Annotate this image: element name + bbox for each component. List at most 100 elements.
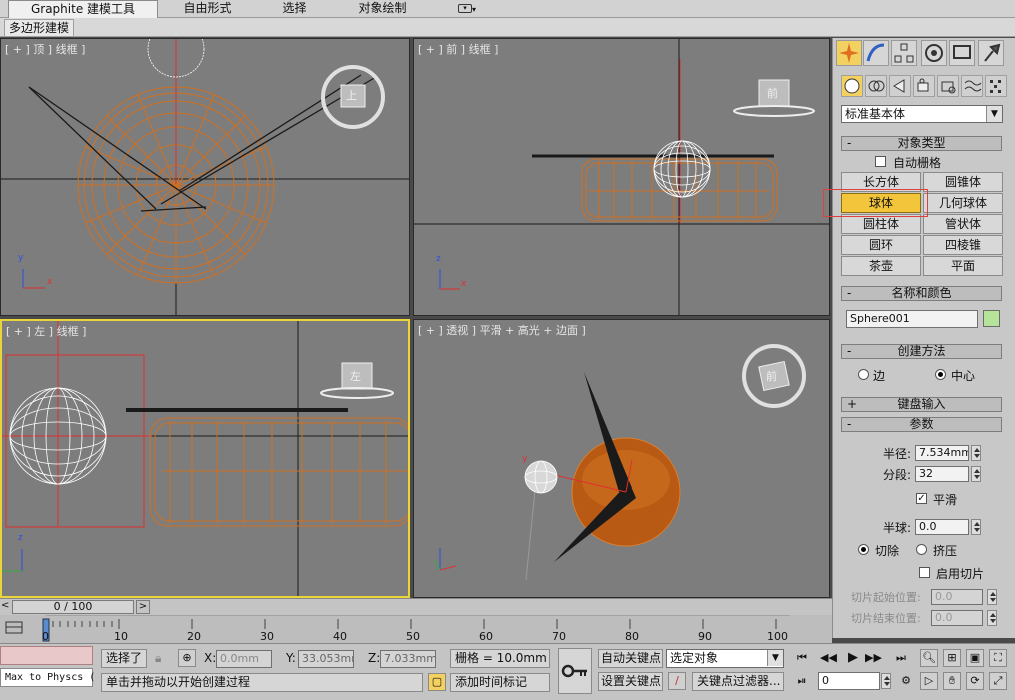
prev-frame-button-icon[interactable]: ◀◀ <box>820 650 837 666</box>
hierarchy-tab-icon[interactable] <box>891 40 917 66</box>
key-tangent-icon[interactable]: ∕ <box>668 672 686 690</box>
time-config-icon[interactable]: ⚙ <box>898 673 914 689</box>
time-tag-icon[interactable]: ▢ <box>428 673 446 691</box>
viewport-front-label[interactable]: [ + ] 前 ] 线框 ] <box>418 41 498 57</box>
radius-input[interactable]: 7.534mm <box>915 445 969 461</box>
x-coordinate-input[interactable]: 0.0mm <box>216 650 272 668</box>
slice-to-spinner[interactable] <box>987 610 997 626</box>
rollout-name-color[interactable]: - 名称和颜色 <box>841 286 1002 301</box>
maxscript-listener-top[interactable] <box>0 646 93 665</box>
rollout-object-type[interactable]: - 对象类型 <box>841 136 1002 151</box>
object-color-swatch[interactable] <box>983 310 1000 327</box>
geometry-icon[interactable] <box>841 75 863 97</box>
tube-button[interactable]: 管状体 <box>923 214 1003 234</box>
modify-tab-icon[interactable] <box>863 40 889 66</box>
systems-icon[interactable] <box>985 75 1007 97</box>
tab-freeform[interactable]: 自由形式 <box>165 0 250 18</box>
slice-from-input[interactable]: 0.0 <box>931 589 983 605</box>
track-bar[interactable]: 0 10 20 30 40 50 60 70 80 90 100 <box>0 615 832 643</box>
pyramid-button[interactable]: 四棱锥 <box>923 235 1003 255</box>
viewport-top[interactable]: [ + ] 顶 ] 线框 ] 上 y x <box>0 38 410 316</box>
current-frame-spinner[interactable] <box>881 673 891 689</box>
viewport-top-label[interactable]: [ + ] 顶 ] 线框 ] <box>5 41 85 57</box>
viewport-left[interactable]: [ + ] 左 ] 线框 ] 左 z <box>0 319 410 598</box>
key-mode-toggle-icon[interactable]: ⏯ <box>794 673 810 689</box>
smooth-checkbox[interactable]: ✓ <box>916 493 927 504</box>
display-tab-icon[interactable] <box>949 40 975 66</box>
geosphere-button[interactable]: 几何球体 <box>923 193 1003 213</box>
plane-button[interactable]: 平面 <box>923 256 1003 276</box>
viewport-perspective[interactable]: [ + ] 透视 ] 平滑 + 高光 + 边面 ] 前 y <box>413 319 830 598</box>
time-slider[interactable]: 0 / 100 <box>12 600 134 614</box>
space-warps-icon[interactable] <box>961 75 983 97</box>
edge-radio[interactable] <box>858 369 869 380</box>
helpers-icon[interactable] <box>937 75 959 97</box>
zoom-all-icon[interactable]: ⊞ <box>943 649 961 667</box>
segments-spinner[interactable] <box>971 466 981 482</box>
key-filters-button[interactable]: 关键点过滤器... <box>692 672 784 691</box>
next-frame-button-icon[interactable]: ▶▶ <box>865 650 882 666</box>
lock-selection-icon[interactable]: 🔒︎ <box>155 651 161 666</box>
rollout-creation-method[interactable]: - 创建方法 <box>841 344 1002 359</box>
viewport-left-label[interactable]: [ + ] 左 ] 线框 ] <box>6 323 86 339</box>
category-dropdown[interactable]: 标准基本体 ▼ <box>841 105 1003 123</box>
viewcube-left-label[interactable]: 左 <box>350 368 361 384</box>
chop-radio[interactable] <box>858 544 869 555</box>
zoom-extents-icon[interactable]: ▣ <box>966 649 984 667</box>
maximize-viewport-icon[interactable]: ⤢ <box>989 672 1007 690</box>
prev-frame-icon[interactable]: < <box>1 600 9 611</box>
goto-start-icon[interactable]: ⏮ <box>794 650 810 666</box>
maxscript-listener-input[interactable]: Max to Physcs ( <box>0 668 95 687</box>
viewcube-front-label[interactable]: 前 <box>767 85 778 101</box>
orbit-icon[interactable]: ⟳ <box>966 672 984 690</box>
polygon-modeling-tab[interactable]: 多边形建模 <box>4 19 75 37</box>
goto-end-icon[interactable]: ⏭ <box>893 650 909 666</box>
auto-grid-checkbox[interactable] <box>875 156 886 167</box>
center-radio[interactable] <box>935 369 946 380</box>
set-key-button[interactable]: 设置关键点 <box>598 672 663 691</box>
viewcube-top-label[interactable]: 上 <box>346 87 357 103</box>
ribbon-options-dropdown[interactable]: ▾ ▾ <box>452 0 482 18</box>
enable-slice-checkbox[interactable] <box>919 567 930 578</box>
field-of-view-icon[interactable]: ▷ <box>920 672 938 690</box>
cameras-icon[interactable] <box>913 75 935 97</box>
tab-graphite[interactable]: Graphite 建模工具 <box>8 0 158 18</box>
hemisphere-input[interactable]: 0.0 <box>915 519 969 535</box>
zoom-extents-all-icon[interactable]: ⛶ <box>989 649 1007 667</box>
cylinder-button[interactable]: 圆柱体 <box>841 214 921 234</box>
absolute-mode-icon[interactable]: ⊕ <box>178 649 196 667</box>
utilities-tab-icon[interactable] <box>978 40 1004 66</box>
viewcube-perspective-label[interactable]: 前 <box>766 368 777 384</box>
rollout-keyboard-entry[interactable]: + 键盘输入 <box>841 397 1002 412</box>
lights-icon[interactable] <box>889 75 911 97</box>
object-name-input[interactable]: Sphere001 <box>846 310 978 328</box>
torus-button[interactable]: 圆环 <box>841 235 921 255</box>
squash-radio[interactable] <box>916 544 927 555</box>
slice-to-input[interactable]: 0.0 <box>931 610 983 626</box>
shapes-icon[interactable] <box>865 75 887 97</box>
motion-tab-icon[interactable] <box>921 40 947 66</box>
z-coordinate-input[interactable]: 7.033mm <box>380 650 436 668</box>
create-tab-icon[interactable] <box>836 40 862 66</box>
current-frame-input[interactable]: 0 <box>818 672 880 690</box>
viewport-front[interactable]: [ + ] 前 ] 线框 ] 前 z x <box>413 38 830 316</box>
tab-object-paint[interactable]: 对象绘制 <box>340 0 425 18</box>
cone-button[interactable]: 圆锥体 <box>923 172 1003 192</box>
auto-key-button[interactable]: 自动关键点 <box>598 649 663 668</box>
next-frame-icon[interactable]: > <box>136 600 150 614</box>
zoom-icon[interactable]: 🔍︎ <box>920 649 938 667</box>
slice-from-spinner[interactable] <box>987 589 997 605</box>
y-coordinate-input[interactable]: 33.053mm <box>298 650 354 668</box>
hemisphere-spinner[interactable] <box>971 519 981 535</box>
teapot-button[interactable]: 茶壶 <box>841 256 921 276</box>
key-mode-dropdown[interactable]: 选定对象 ▼ <box>666 649 784 668</box>
add-time-tag[interactable]: 添加时间标记 <box>450 673 550 692</box>
rollout-parameters[interactable]: - 参数 <box>841 417 1002 432</box>
viewport-perspective-label[interactable]: [ + ] 透视 ] 平滑 + 高光 + 边面 ] <box>418 322 586 338</box>
curve-editor-icon[interactable] <box>4 619 26 637</box>
segments-input[interactable]: 32 <box>915 466 969 482</box>
radius-spinner[interactable] <box>971 445 981 461</box>
pan-icon[interactable]: ✋︎ <box>943 672 961 690</box>
tab-selection[interactable]: 选择 <box>262 0 327 18</box>
play-icon[interactable]: ▶ <box>845 650 861 666</box>
